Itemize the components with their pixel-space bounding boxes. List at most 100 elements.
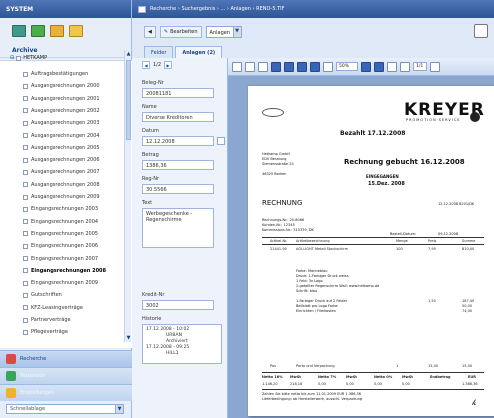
chevron-down-icon[interactable]: ▼ <box>115 405 123 413</box>
view-select[interactable]: Anlagen ▼ <box>205 26 242 38</box>
tree-checkbox[interactable] <box>23 157 28 163</box>
field-name[interactable]: Diverse Kreditoren <box>142 112 214 122</box>
line1-cell: 7,95 <box>428 247 436 251</box>
tree-item[interactable]: Ausgangsrechnungen 2006 <box>23 155 100 165</box>
tree-checkbox[interactable] <box>23 231 28 237</box>
history-list[interactable]: 17.12.2008 - 10:02 URBAN Archiviert 17.1… <box>142 324 222 364</box>
tree-checkbox[interactable] <box>23 194 28 200</box>
select-icon[interactable] <box>323 61 333 72</box>
tree-item[interactable]: Ausgangsrechnungen 2009 <box>23 192 100 202</box>
table-view-icon[interactable] <box>31 25 45 37</box>
tree-root[interactable]: ⊟ HETKAMP <box>10 55 47 61</box>
tree-checkbox[interactable] <box>23 329 28 335</box>
tree-item[interactable]: KFZ-Leasingverträge <box>23 303 83 313</box>
quick-select[interactable]: Schnellablage ▼ <box>6 404 124 414</box>
tree-item[interactable]: Ausgangsrechnungen 2001 <box>23 94 100 104</box>
next-icon[interactable]: ▶ <box>164 61 173 69</box>
prev-icon[interactable]: ◀ <box>142 61 150 69</box>
tree-item[interactable]: Pflegeverträge <box>23 327 68 337</box>
tab-felder[interactable]: Felder <box>144 46 174 58</box>
edit-button[interactable]: ✎ Bearbeiten <box>159 26 202 38</box>
tree-item[interactable]: Eingangsrechnungen 2009 <box>23 278 98 288</box>
field-regnr[interactable]: 30.5566 <box>142 184 214 194</box>
recipient-line: Siemensstraße 23 <box>262 162 294 166</box>
rotate-icon[interactable] <box>297 61 307 72</box>
sidebar-scrollbar[interactable]: ▲ ▼ <box>124 50 131 342</box>
tree-checkbox[interactable] <box>23 317 28 323</box>
zoom-out-icon[interactable] <box>258 61 268 72</box>
field-datum[interactable]: 12.12.2008 <box>142 136 214 146</box>
tree-view-icon[interactable] <box>12 25 26 37</box>
print-icon[interactable] <box>310 61 320 72</box>
chevron-down-icon[interactable]: ▼ <box>232 27 241 37</box>
tab-anlagen[interactable]: Anlagen (2) <box>175 46 223 58</box>
tree-item[interactable]: Eingangsrechnungen 2003 <box>23 204 98 214</box>
tree-checkbox[interactable] <box>16 55 22 61</box>
field-beleg[interactable]: 20081181 <box>142 88 214 98</box>
back-button[interactable]: ◀ <box>144 26 156 38</box>
tree-checkbox[interactable] <box>23 256 28 261</box>
tree-item[interactable]: Eingangsrechnungen 2006 <box>23 241 98 251</box>
tree-checkbox[interactable] <box>23 305 28 311</box>
tree-item[interactable]: Eingangsrechnungen 2005 <box>23 229 98 239</box>
nav-tastenbox[interactable]: Tastenbox <box>0 367 132 384</box>
tree-item[interactable]: Ausgangsrechnungen 2005 <box>23 143 100 153</box>
tree-checkbox[interactable] <box>23 145 28 151</box>
tree-item[interactable]: Gutschriften <box>23 290 62 300</box>
tree-item[interactable]: Eingangsrechnungen 2007 <box>23 254 98 264</box>
doc-date: 12.12.2008 8201/DK <box>438 202 475 206</box>
calendar-icon[interactable] <box>217 137 225 145</box>
collapse-icon[interactable]: ⊟ <box>10 55 14 61</box>
fit-width-icon[interactable] <box>271 61 281 72</box>
tree-item[interactable]: Eingangsrechnungen 2008 <box>23 266 106 276</box>
tree-item[interactable]: Auftragsbestätigungen <box>23 69 88 79</box>
tree-item[interactable]: Ausgangsrechnungen 2008 <box>23 180 100 190</box>
zoom-select[interactable]: 50% <box>336 62 358 71</box>
page-icon[interactable] <box>232 61 242 72</box>
l2vals-cell: 74,00 <box>462 309 473 313</box>
tree-item[interactable]: Eingangsrechnungen 2004 <box>23 217 98 227</box>
tree-checkbox[interactable] <box>23 268 28 274</box>
first-page-icon[interactable] <box>387 61 397 72</box>
scroll-up-icon[interactable]: ▲ <box>126 51 131 57</box>
tree-checkbox[interactable] <box>23 83 28 89</box>
tree-checkbox[interactable] <box>23 219 28 225</box>
tree-item[interactable]: Ausgangsrechnungen 2004 <box>23 131 100 141</box>
tree-checkbox[interactable] <box>23 169 28 175</box>
tree-item-label: Eingangsrechnungen 2006 <box>31 243 99 250</box>
field-text[interactable]: Werbegeschenke - Regenschirme <box>142 208 214 248</box>
nav-einstellungen[interactable]: Einstellungen <box>0 384 132 401</box>
rotate-right-icon[interactable] <box>374 61 384 72</box>
tree-checkbox[interactable] <box>23 120 28 126</box>
search-folder-icon[interactable] <box>50 25 64 37</box>
tree-checkbox[interactable] <box>23 243 28 249</box>
new-window-icon[interactable] <box>474 24 488 38</box>
fit-page-icon[interactable] <box>284 61 294 72</box>
tree-item[interactable]: Ausgangsrechnungen 2002 <box>23 106 100 116</box>
page-indicator[interactable]: 1/1 <box>413 62 427 71</box>
tree-checkbox[interactable] <box>23 206 28 212</box>
tree-item[interactable]: Ausgangsrechnungen 2000 <box>23 81 100 91</box>
tree-item[interactable]: Ausgangsrechnungen 2007 <box>23 167 100 177</box>
field-betrag[interactable]: 1386,36 <box>142 160 214 170</box>
tree-checkbox[interactable] <box>23 133 28 138</box>
thead-cell: Summe <box>462 239 476 243</box>
scrollbar-thumb[interactable] <box>126 60 131 140</box>
tree-checkbox[interactable] <box>23 182 28 188</box>
scroll-down-icon[interactable]: ▼ <box>126 335 131 341</box>
folder-icon[interactable] <box>69 25 83 37</box>
tree-checkbox[interactable] <box>23 96 28 102</box>
tree-checkbox[interactable] <box>23 280 28 286</box>
nav-recherche[interactable]: Recherche <box>0 350 132 367</box>
tree-item[interactable]: Partnerverträge <box>23 315 71 325</box>
prev-page-icon[interactable] <box>400 61 410 72</box>
next-page-icon[interactable] <box>430 61 440 72</box>
tree-item[interactable]: Ausgangsrechnungen 2003 <box>23 118 100 128</box>
field-kreditnr[interactable]: 3002 <box>142 300 214 310</box>
tree-checkbox[interactable] <box>23 71 28 77</box>
rotate-left-icon[interactable] <box>361 61 371 72</box>
tree-checkbox[interactable] <box>23 292 28 298</box>
sidebar-title: SYSTEM <box>0 0 131 18</box>
zoom-in-icon[interactable] <box>245 61 255 72</box>
tree-checkbox[interactable] <box>23 108 28 114</box>
